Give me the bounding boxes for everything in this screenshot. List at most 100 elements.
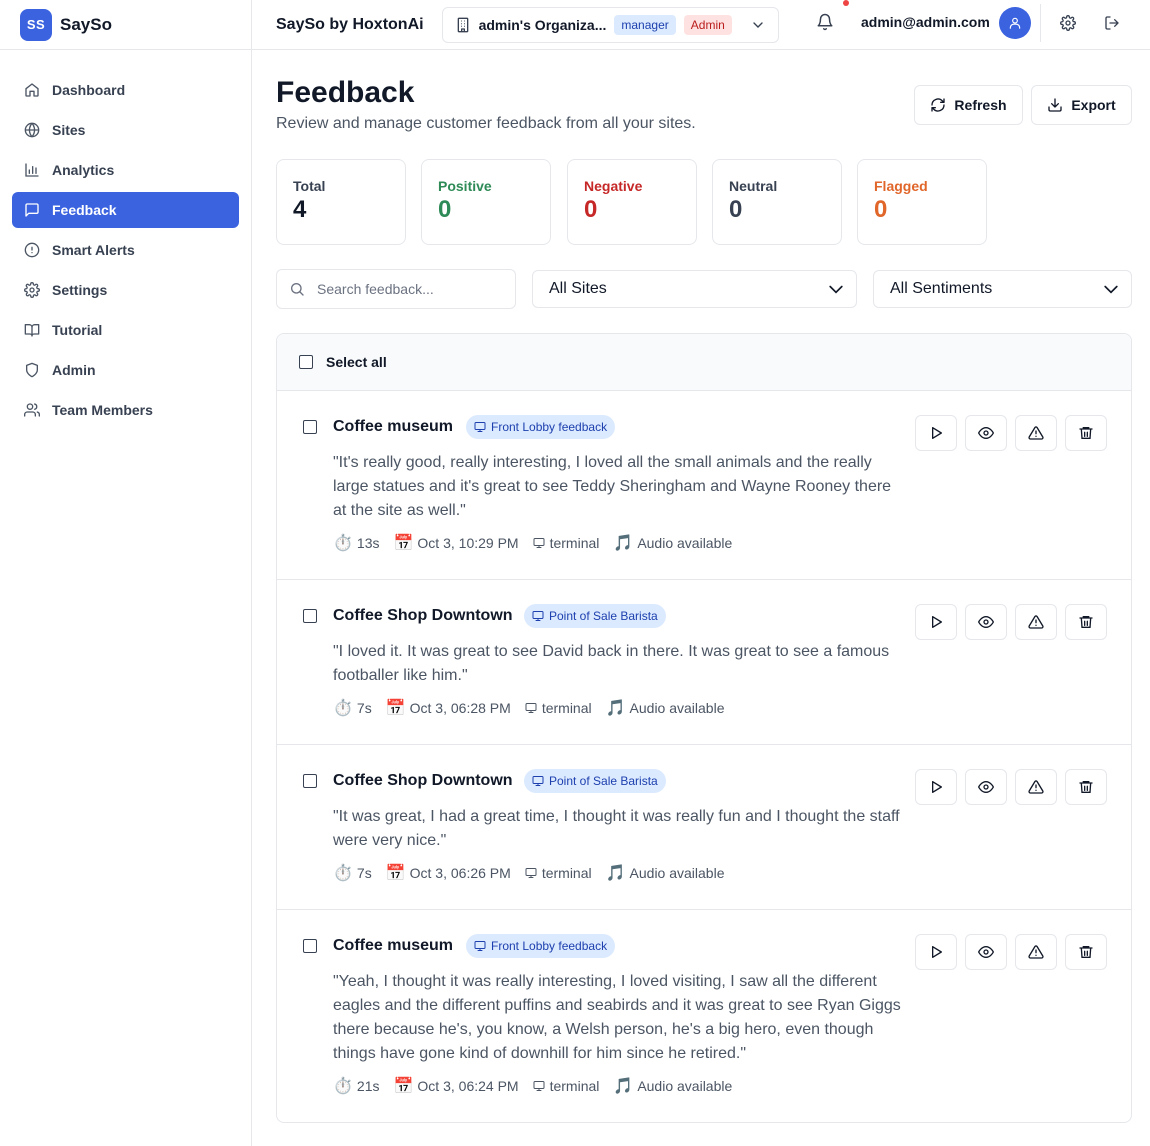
admin-badge: Admin	[683, 14, 732, 35]
sites-filter-select[interactable]: All Sites	[532, 270, 857, 308]
warning-icon	[1028, 779, 1044, 795]
feedback-item: Coffee Shop Downtown Point of Sale Baris…	[277, 580, 1131, 745]
flag-button[interactable]	[1015, 769, 1057, 805]
monitor-icon	[533, 1080, 550, 1092]
timestamp: 📅 Oct 3, 10:29 PM	[394, 533, 519, 553]
refresh-button[interactable]: Refresh	[914, 85, 1023, 125]
list-header: Select all	[277, 334, 1131, 391]
duration-value: 7s	[356, 700, 372, 716]
search-box	[276, 269, 516, 309]
duration: ⏱️ 7s	[333, 698, 372, 718]
eye-icon	[978, 614, 994, 630]
delete-button[interactable]	[1065, 769, 1107, 805]
play-audio-button[interactable]	[915, 415, 957, 451]
device-badge: Front Lobby feedback	[466, 415, 616, 439]
device-badge: Point of Sale Barista	[524, 769, 666, 793]
sidebar-item-sites[interactable]: Sites	[12, 112, 239, 148]
bar-chart-icon	[24, 162, 40, 178]
calendar-icon: 📅	[385, 700, 406, 717]
feedback-site-name: Coffee Shop Downtown	[333, 772, 513, 789]
sentiments-filter-select[interactable]: All Sentiments	[873, 270, 1132, 308]
device-badge-label: Front Lobby feedback	[491, 420, 608, 434]
timestamp-value: Oct 3, 06:28 PM	[409, 700, 511, 716]
duration: ⏱️ 7s	[333, 863, 372, 883]
monitor-icon	[474, 940, 491, 952]
flag-button[interactable]	[1015, 415, 1057, 451]
refresh-label: Refresh	[954, 97, 1007, 113]
stat-card-total: Total 4	[276, 159, 406, 245]
organization-name: admin's Organiza...	[478, 16, 607, 33]
avatar[interactable]	[999, 7, 1031, 39]
delete-button[interactable]	[1065, 604, 1107, 640]
feedback-actions	[907, 415, 1107, 451]
search-input[interactable]	[317, 281, 507, 297]
feedback-checkbox[interactable]	[303, 939, 317, 953]
audio-status-value: Audio available	[637, 1078, 733, 1094]
sidebar-item-settings[interactable]: Settings	[12, 272, 239, 308]
sidebar-item-feedback[interactable]: Feedback	[12, 192, 239, 228]
feedback-checkbox[interactable]	[303, 609, 317, 623]
audio-status: 🎵 Audio available	[606, 698, 725, 718]
source: terminal	[525, 700, 592, 716]
feedback-checkbox[interactable]	[303, 774, 317, 788]
sidebar-item-label: Team Members	[52, 402, 153, 418]
delete-button[interactable]	[1065, 415, 1107, 451]
stat-value: 0	[874, 196, 888, 223]
play-audio-button[interactable]	[915, 934, 957, 970]
sidebar-item-tutorial[interactable]: Tutorial	[12, 312, 239, 348]
feedback-meta: ⏱️ 7s 📅 Oct 3, 06:26 PM terminal 🎵 Audio av…	[333, 863, 739, 883]
stopwatch-icon: ⏱️	[333, 535, 353, 552]
eye-icon	[978, 944, 994, 960]
gear-icon[interactable]	[1058, 13, 1078, 33]
logout-icon[interactable]	[1102, 13, 1122, 33]
flag-button[interactable]	[1015, 604, 1057, 640]
delete-button[interactable]	[1065, 934, 1107, 970]
stat-card-negative: Negative 0	[567, 159, 697, 245]
view-details-button[interactable]	[965, 769, 1007, 805]
sidebar-item-analytics[interactable]: Analytics	[12, 152, 239, 188]
calendar-icon: 📅	[385, 865, 406, 882]
sidebar-item-admin[interactable]: Admin	[12, 352, 239, 388]
play-icon	[928, 944, 944, 960]
sidebar-item-label: Settings	[52, 282, 108, 298]
sidebar-item-team-members[interactable]: Team Members	[12, 392, 239, 428]
sidebar-item-dashboard[interactable]: Dashboard	[12, 72, 239, 108]
feedback-text: "I loved it. It was great to see David b…	[333, 643, 890, 684]
feedback-text: "Yeah, I thought it was really interesti…	[333, 973, 901, 1062]
feedback-site-name: Coffee museum	[333, 418, 454, 435]
feedback-rows: Coffee museum Front Lobby feedback "It's…	[277, 391, 1131, 1122]
duration-value: 7s	[356, 865, 372, 881]
monitor-icon	[525, 702, 542, 714]
music-note-icon: 🎵	[613, 535, 634, 552]
organization-selector[interactable]: admin's Organiza... manager Admin	[441, 6, 779, 43]
view-details-button[interactable]	[965, 415, 1007, 451]
sidebar-item-smart-alerts[interactable]: Smart Alerts	[12, 232, 239, 268]
play-audio-button[interactable]	[915, 604, 957, 640]
stat-card-positive: Positive 0	[421, 159, 551, 245]
feedback-actions	[907, 604, 1107, 640]
feedback-item: Coffee museum Front Lobby feedback "Yeah…	[277, 910, 1131, 1122]
source-value: terminal	[541, 700, 592, 716]
feedback-site-name: Coffee museum	[333, 937, 454, 954]
feedback-checkbox[interactable]	[303, 420, 317, 434]
user-icon	[1008, 16, 1022, 30]
chevron-down-icon	[826, 279, 846, 299]
flag-button[interactable]	[1015, 934, 1057, 970]
search-icon	[289, 281, 305, 297]
chevron-down-icon	[1101, 279, 1121, 299]
stat-value: 0	[729, 196, 743, 223]
trash-icon	[1078, 425, 1094, 441]
sidebar-item-label: Dashboard	[52, 82, 126, 98]
timestamp-value: Oct 3, 10:29 PM	[417, 535, 519, 551]
play-audio-button[interactable]	[915, 769, 957, 805]
sidebar-item-label: Tutorial	[52, 322, 103, 338]
select-all-checkbox[interactable]	[299, 355, 313, 369]
export-button[interactable]: Export	[1031, 85, 1132, 125]
brand[interactable]: SS SaySo	[0, 0, 251, 50]
user-email[interactable]: admin@admin.com	[861, 14, 990, 30]
sidebar: SS SaySo Dashboard Sites Analytics Feedb…	[0, 0, 252, 1146]
sidebar-nav: Dashboard Sites Analytics Feedback Smart…	[0, 50, 251, 428]
bell-icon[interactable]	[816, 13, 836, 33]
view-details-button[interactable]	[965, 934, 1007, 970]
view-details-button[interactable]	[965, 604, 1007, 640]
